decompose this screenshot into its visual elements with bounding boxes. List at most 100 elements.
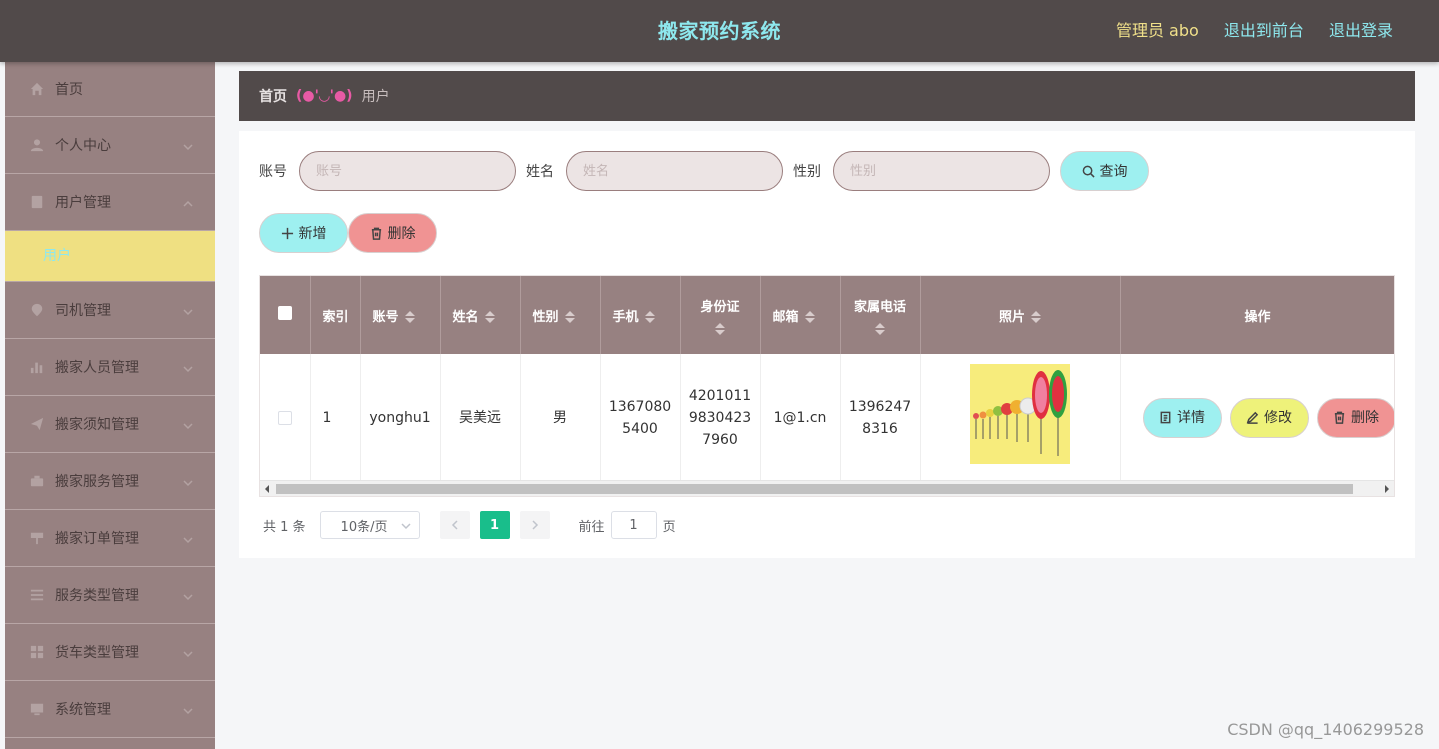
scroll-right-arrow-icon[interactable] [1385, 485, 1389, 493]
plus-icon [281, 227, 293, 239]
name-input[interactable] [566, 151, 783, 191]
sort-icon[interactable] [404, 311, 415, 323]
user-photo[interactable] [970, 364, 1070, 464]
front-link[interactable]: 退出到前台 [1224, 21, 1304, 40]
detail-button-label: 详情 [1177, 409, 1205, 426]
chevron-up-icon [183, 197, 193, 207]
sidebar-item-truck-type-mgmt[interactable]: 货车类型管理 [5, 624, 215, 681]
sidebar-item-notice-mgmt[interactable]: 搬家须知管理 [5, 396, 215, 453]
sidebar-item-order-mgmt[interactable]: 搬家订单管理 [5, 510, 215, 567]
edit-icon [1246, 411, 1259, 424]
search-button[interactable]: 查询 [1060, 151, 1149, 191]
detail-button[interactable]: 详情 [1142, 397, 1222, 438]
trash-icon [371, 227, 381, 240]
user-icon [29, 137, 45, 153]
sidebar-subitem-user[interactable]: 用户 [5, 231, 215, 282]
prev-page-button[interactable] [439, 511, 470, 539]
column-header-label: 邮箱 [772, 309, 799, 325]
scrollbar-thumb[interactable] [276, 484, 1353, 494]
horizontal-scrollbar[interactable] [260, 480, 1394, 496]
table-row: 1 yonghu1 吴美远 男 13670805400 420101198304… [260, 354, 1394, 481]
sidebar-item-service-mgmt[interactable]: 搬家服务管理 [5, 453, 215, 510]
account-input[interactable] [299, 151, 516, 191]
sort-icon[interactable] [484, 311, 495, 323]
batch-delete-button[interactable]: 删除 [348, 213, 437, 253]
sidebar-item-mover-mgmt[interactable]: 搬家人员管理 [5, 339, 215, 396]
watermark: CSDN @qq_1406299528 [1227, 720, 1424, 739]
logout-link[interactable]: 退出登录 [1329, 21, 1393, 40]
sidebar-item-label: 货车类型管理 [55, 645, 139, 661]
cell-family-phone: 13962478316 [840, 354, 921, 481]
sidebar-item-label: 搬家须知管理 [55, 417, 139, 433]
sort-icon[interactable] [1031, 311, 1041, 323]
column-header-sortable[interactable]: 身份证 [680, 276, 761, 354]
chart-icon [29, 359, 45, 375]
chevron-right-icon [532, 520, 538, 530]
suitcase-icon [29, 473, 45, 489]
column-header-sortable[interactable]: 照片 [920, 276, 1121, 354]
chevron-left-icon [451, 520, 458, 530]
header-actions: 管理员 abo 退出到前台 退出登录 [1096, 0, 1393, 62]
sort-icon[interactable] [715, 322, 725, 335]
goto-page-input[interactable] [610, 511, 657, 539]
sidebar-item-label: 搬家人员管理 [55, 360, 139, 376]
page-size-select[interactable]: 10条/页 [319, 511, 420, 539]
sidebar: 首页 个人中心 用户管理 用户 司机管理 搬家人员管理 搬家须知管理 搬家服务管… [5, 62, 215, 749]
next-page-button[interactable] [519, 511, 550, 539]
row-select-cell [260, 354, 311, 481]
sort-icon[interactable] [875, 322, 885, 335]
select-all-checkbox[interactable] [277, 306, 292, 320]
column-header-sortable[interactable]: 邮箱 [760, 276, 841, 354]
edit-button-label: 修改 [1264, 409, 1292, 426]
add-button-label: 新增 [298, 226, 327, 242]
admin-label: 管理员 abo [1115, 21, 1199, 40]
sidebar-item-label: 搬家服务管理 [55, 474, 139, 490]
photo-image [970, 364, 1070, 464]
action-bar: 新增 删除 [259, 213, 437, 253]
sidebar-item-service-type-mgmt[interactable]: 服务类型管理 [5, 567, 215, 624]
column-header-sortable[interactable]: 性别 [520, 276, 601, 354]
cell-operations: 详情 修改 删除 [1120, 354, 1394, 481]
sort-icon[interactable] [644, 311, 655, 323]
column-header-label: 身份证 [700, 299, 740, 315]
cell-account: yonghu1 [360, 354, 441, 481]
sidebar-item-system-mgmt[interactable]: 系统管理 [5, 681, 215, 738]
edit-button[interactable]: 修改 [1229, 397, 1309, 438]
document-icon [1160, 411, 1171, 424]
sort-icon[interactable] [564, 311, 575, 323]
column-header-sortable[interactable]: 账号 [360, 276, 441, 354]
row-delete-button[interactable]: 删除 [1316, 397, 1394, 438]
sidebar-item-driver-mgmt[interactable]: 司机管理 [5, 282, 215, 339]
row-checkbox[interactable] [277, 410, 292, 425]
chevron-down-icon [183, 533, 193, 544]
gender-label: 性别 [793, 164, 821, 180]
sort-icon[interactable] [804, 311, 815, 323]
row-delete-button-label: 删除 [1351, 409, 1379, 426]
add-button[interactable]: 新增 [259, 213, 348, 253]
cell-gender: 男 [520, 354, 601, 481]
search-icon [1082, 165, 1095, 178]
page-suffix: 页 [662, 519, 676, 535]
gender-input[interactable] [833, 151, 1050, 191]
breadcrumb-home[interactable]: 首页 [259, 86, 287, 106]
total-count: 共 1 条 [263, 519, 306, 535]
scroll-left-arrow-icon[interactable] [265, 485, 269, 493]
top-header: 搬家预约系统 管理员 abo 退出到前台 退出登录 [0, 0, 1439, 62]
send-icon [29, 416, 45, 432]
sidebar-item-profile[interactable]: 个人中心 [5, 117, 215, 174]
breadcrumb-separator: (●'◡'●) [296, 88, 353, 104]
sign-icon [29, 530, 45, 546]
chevron-down-icon [183, 362, 193, 373]
sidebar-item-user-mgmt[interactable]: 用户管理 [5, 174, 215, 231]
column-header-sortable[interactable]: 手机 [600, 276, 681, 354]
column-header-sortable[interactable]: 姓名 [440, 276, 521, 354]
search-button-label: 查询 [1099, 164, 1128, 180]
sidebar-item-home[interactable]: 首页 [5, 62, 215, 117]
breadcrumb: 首页 (●'◡'●) 用户 [239, 71, 1415, 121]
chevron-down-icon [401, 523, 411, 530]
column-header-label: 姓名 [452, 309, 479, 325]
column-header-label: 账号 [372, 309, 399, 325]
page-number-current[interactable]: 1 [479, 511, 510, 539]
column-header-sortable[interactable]: 家属电话 [840, 276, 921, 354]
delete-button-label: 删除 [387, 226, 416, 242]
